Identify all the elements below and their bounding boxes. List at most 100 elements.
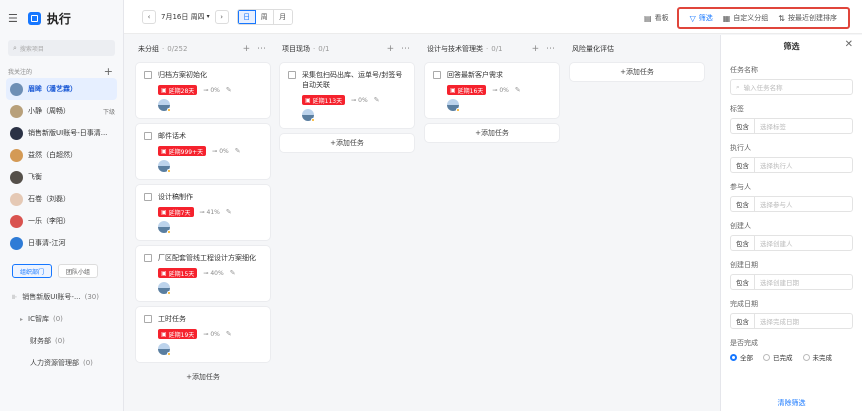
view-day[interactable]: 日: [237, 9, 256, 24]
task-card-header: 工时任务: [144, 314, 262, 324]
task-card[interactable]: 归档方案初始化 ▣ 延期28天 ⊸ 0% ✎: [136, 63, 270, 118]
task-checkbox[interactable]: [433, 71, 441, 79]
edit-icon[interactable]: ✎: [226, 330, 232, 338]
sidebar-item-user[interactable]: 一乐（李阳）: [0, 210, 123, 232]
filter-operator[interactable]: 包含: [731, 158, 755, 172]
add-task-button[interactable]: + 添加任务: [280, 134, 414, 152]
filter-select[interactable]: 包含 选择完成日期: [730, 313, 853, 329]
task-checkbox[interactable]: [144, 315, 152, 323]
task-name-input[interactable]: ⌕ 输入任务名称: [730, 79, 853, 95]
overdue-text: 延期19天: [168, 331, 195, 339]
filter-select[interactable]: 包含 选择创建日期: [730, 274, 853, 290]
org-tree-item[interactable]: 人力资源管理部 (0): [0, 352, 123, 374]
filter-button[interactable]: ▽ 筛选: [690, 13, 713, 23]
sidebar-item-user[interactable]: 益然（白超然）: [0, 144, 123, 166]
add-task-button[interactable]: + 添加任务: [570, 63, 704, 81]
task-card[interactable]: 工时任务 ▣ 延期19天 ⊸ 0% ✎: [136, 307, 270, 362]
add-task-button[interactable]: + 添加任务: [136, 368, 270, 386]
more-icon[interactable]: ⋯: [254, 44, 266, 54]
tab-team-group[interactable]: 团队小组: [58, 264, 99, 278]
sidebar-item-user[interactable]: 石卷（刘磊）: [0, 188, 123, 210]
task-card[interactable]: 邮件话术 ▣ 延期999+天 ⊸ 0% ✎: [136, 124, 270, 179]
overdue-badge: ▣ 延期16天: [447, 85, 487, 95]
menu-icon[interactable]: ☰: [8, 12, 18, 25]
avatar: [10, 192, 23, 206]
filter-operator[interactable]: 包含: [731, 314, 755, 328]
next-date-button[interactable]: ›: [214, 9, 229, 24]
filter-select[interactable]: 包含 选择执行人: [730, 157, 853, 173]
done-radio-option[interactable]: 未完成: [802, 352, 832, 362]
add-icon[interactable]: +: [387, 44, 395, 54]
filter-field: 参与人包含 选择参与人: [721, 182, 862, 212]
prev-date-button[interactable]: ‹: [142, 9, 156, 24]
custom-group-button[interactable]: ▦ 自定义分组: [723, 13, 769, 23]
done-radio-option[interactable]: 全部: [730, 352, 753, 362]
filter-operator[interactable]: 包含: [731, 197, 755, 211]
column-title: 项目现场 · 0/1: [282, 44, 330, 54]
add-icon[interactable]: +: [243, 44, 251, 54]
progress-value: 41%: [206, 208, 220, 216]
assignee-avatar: [447, 99, 460, 112]
task-card-header: 回答最新客户需求: [433, 70, 551, 80]
filter-operator[interactable]: 包含: [731, 236, 755, 250]
status-dot: [167, 352, 171, 356]
edit-icon[interactable]: ✎: [230, 269, 236, 277]
clear-filter-button[interactable]: 清除筛选: [721, 398, 862, 408]
calendar-icon: ▣: [161, 208, 167, 216]
sidebar-item-user[interactable]: 眉眸（潘艺霖）: [6, 78, 117, 100]
done-radio-option[interactable]: 已完成: [763, 352, 793, 362]
task-checkbox[interactable]: [144, 132, 152, 140]
avatar: [10, 236, 23, 250]
more-icon[interactable]: ⋯: [543, 44, 555, 54]
sidebar-search-input[interactable]: ⌕ 搜索项目: [8, 40, 115, 56]
filter-field-label: 参与人: [730, 183, 751, 191]
filter-done: 是否完成 全部 已完成 未完成: [721, 338, 862, 362]
progress-icon: ⊸: [212, 147, 218, 155]
sidebar-item-user[interactable]: 日事清-江河: [0, 232, 123, 254]
board-view-button[interactable]: ▤ 看板: [644, 13, 669, 23]
org-tree-item[interactable]: ▸ IC智库 (0): [0, 308, 123, 330]
add-followed-icon[interactable]: +: [104, 65, 113, 78]
sidebar-item-user[interactable]: 小静（周畅） 下级: [0, 100, 123, 122]
org-tree-label: 财务部: [30, 337, 51, 345]
task-card[interactable]: 厂区配套管线工程设计方案细化 ▣ 延期15天 ⊸ 40% ✎: [136, 246, 270, 301]
date-selector[interactable]: 7月16日 周四 ▾: [161, 12, 210, 22]
filter-operator[interactable]: 包含: [731, 275, 755, 289]
edit-icon[interactable]: ✎: [226, 208, 232, 216]
view-week[interactable]: 周: [255, 9, 274, 24]
edit-icon[interactable]: ✎: [226, 86, 232, 94]
more-icon[interactable]: ⋯: [398, 44, 410, 54]
sort-button[interactable]: ⇅ 按最近创建排序: [778, 13, 837, 23]
add-icon[interactable]: +: [532, 44, 540, 54]
task-card[interactable]: 采集包扫码出库、运单号/封签号自动关联 ▣ 延期113天 ⊸ 0% ✎: [280, 63, 414, 128]
task-name-placeholder: 输入任务名称: [743, 84, 783, 92]
column-header: 未分组 · 0/252 + ⋯: [136, 35, 270, 63]
org-tree-item[interactable]: ⊪ 销售新版UI账号-... (30): [0, 286, 123, 308]
filter-select[interactable]: 包含 选择参与人: [730, 196, 853, 212]
add-task-button[interactable]: + 添加任务: [425, 124, 559, 142]
edit-icon[interactable]: ✎: [235, 147, 241, 155]
view-month[interactable]: 月: [273, 9, 292, 24]
task-card[interactable]: 回答最新客户需求 ▣ 延期16天 ⊸ 0% ✎: [425, 63, 559, 118]
close-icon[interactable]: ✕: [845, 39, 853, 50]
task-card[interactable]: 设计稿制作 ▣ 延期7天 ⊸ 41% ✎: [136, 185, 270, 240]
caret-right-icon[interactable]: ▸: [20, 316, 23, 323]
edit-icon[interactable]: ✎: [515, 86, 521, 94]
sidebar-item-user[interactable]: 销售新版UI账号-日事清...: [0, 122, 123, 144]
progress-icon: ⊸: [351, 96, 357, 104]
task-checkbox[interactable]: [144, 254, 152, 262]
task-meta: ▣ 延期28天 ⊸ 0% ✎: [144, 85, 262, 95]
filter-select[interactable]: 包含 选择标签: [730, 118, 853, 134]
task-card-header: 设计稿制作: [144, 192, 262, 202]
sidebar-item-user[interactable]: 飞衡: [0, 166, 123, 188]
tab-org-department[interactable]: 组织部门: [12, 264, 53, 278]
task-checkbox[interactable]: [288, 71, 296, 79]
task-checkbox[interactable]: [144, 193, 152, 201]
filter-select[interactable]: 包含 选择创建人: [730, 235, 853, 251]
org-tree-item[interactable]: 财务部 (0): [0, 330, 123, 352]
edit-icon[interactable]: ✎: [374, 96, 380, 104]
filter-placeholder: 选择创建人: [760, 240, 793, 248]
filter-operator[interactable]: 包含: [731, 119, 755, 133]
task-checkbox[interactable]: [144, 71, 152, 79]
column-title: 设计与技术管理类 · 0/1: [427, 44, 503, 54]
